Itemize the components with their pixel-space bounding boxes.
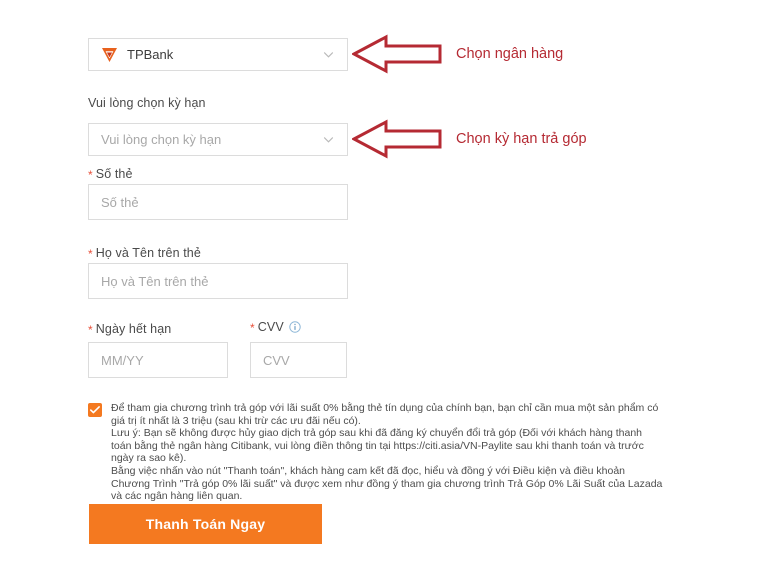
expiry-placeholder: MM/YY xyxy=(101,352,144,368)
cvv-input[interactable]: CVV xyxy=(250,342,347,378)
term-label: Vui lòng chọn kỳ hạn xyxy=(88,96,206,110)
expiry-input[interactable]: MM/YY xyxy=(88,342,228,378)
card-number-label: * Số thẻ xyxy=(88,166,133,182)
term-select-wrapper: Vui lòng chọn kỳ hạn xyxy=(88,123,348,156)
arrow-left-icon xyxy=(352,117,444,161)
annotation-term-text: Chọn kỳ hạn trả góp xyxy=(456,131,587,147)
chevron-down-icon[interactable] xyxy=(322,133,335,146)
annotation-bank: Chọn ngân hàng xyxy=(352,32,563,76)
required-asterisk: * xyxy=(250,321,255,335)
tpbank-logo-icon xyxy=(101,47,118,63)
bank-select-wrapper: TPBank xyxy=(88,38,348,71)
checkmark-icon xyxy=(90,406,100,414)
info-circle-icon[interactable] xyxy=(289,321,301,333)
installment-payment-form: TPBank Vui lòng chọn kỳ hạn Vui lòng chọ… xyxy=(0,0,768,579)
terms-checkbox[interactable] xyxy=(88,403,102,417)
annotation-term: Chọn kỳ hạn trả góp xyxy=(352,117,587,161)
card-number-placeholder: Số thẻ xyxy=(101,194,139,210)
submit-payment-button[interactable]: Thanh Toán Ngay xyxy=(89,504,322,544)
terms-text: Để tham gia chương trình trả góp với lãi… xyxy=(111,402,663,503)
cvv-label: * CVV xyxy=(250,319,301,335)
chevron-down-icon[interactable] xyxy=(322,48,335,61)
card-number-input[interactable]: Số thẻ xyxy=(88,184,348,220)
cvv-label-text: CVV xyxy=(257,320,284,334)
required-asterisk: * xyxy=(88,168,93,182)
terms-paragraph-3: Bằng việc nhấn vào nút "Thanh toán", khá… xyxy=(111,464,663,503)
card-holder-input[interactable]: Họ và Tên trên thẻ xyxy=(88,263,348,299)
bank-select-content: TPBank xyxy=(101,47,173,63)
cvv-placeholder: CVV xyxy=(263,352,290,368)
card-holder-wrapper: Họ và Tên trên thẻ xyxy=(88,263,348,299)
bank-select[interactable]: TPBank xyxy=(88,38,348,71)
card-holder-label-text: Họ và Tên trên thẻ xyxy=(95,246,201,260)
term-select-placeholder: Vui lòng chọn kỳ hạn xyxy=(101,132,222,147)
term-select[interactable]: Vui lòng chọn kỳ hạn xyxy=(88,123,348,156)
card-holder-label: * Họ và Tên trên thẻ xyxy=(88,245,201,261)
expiry-label: * Ngày hết hạn xyxy=(88,321,171,337)
cvv-wrapper: CVV xyxy=(250,342,347,378)
required-asterisk: * xyxy=(88,247,93,261)
terms-consent-block: Để tham gia chương trình trả góp với lãi… xyxy=(88,402,663,503)
terms-paragraph-2: Lưu ý: Bạn sẽ không được hủy giao dịch t… xyxy=(111,427,644,465)
cvv-label-inner: * CVV xyxy=(250,319,284,335)
card-holder-placeholder: Họ và Tên trên thẻ xyxy=(101,273,209,289)
bank-select-value: TPBank xyxy=(127,47,174,62)
terms-paragraph-1: Để tham gia chương trình trả góp với lãi… xyxy=(111,402,659,427)
arrow-left-icon xyxy=(352,32,444,76)
card-number-label-text: Số thẻ xyxy=(95,167,133,181)
card-number-wrapper: Số thẻ xyxy=(88,184,348,220)
annotation-bank-text: Chọn ngân hàng xyxy=(456,46,564,62)
required-asterisk: * xyxy=(88,323,93,337)
expiry-label-text: Ngày hết hạn xyxy=(95,322,172,336)
expiry-wrapper: MM/YY xyxy=(88,342,228,378)
